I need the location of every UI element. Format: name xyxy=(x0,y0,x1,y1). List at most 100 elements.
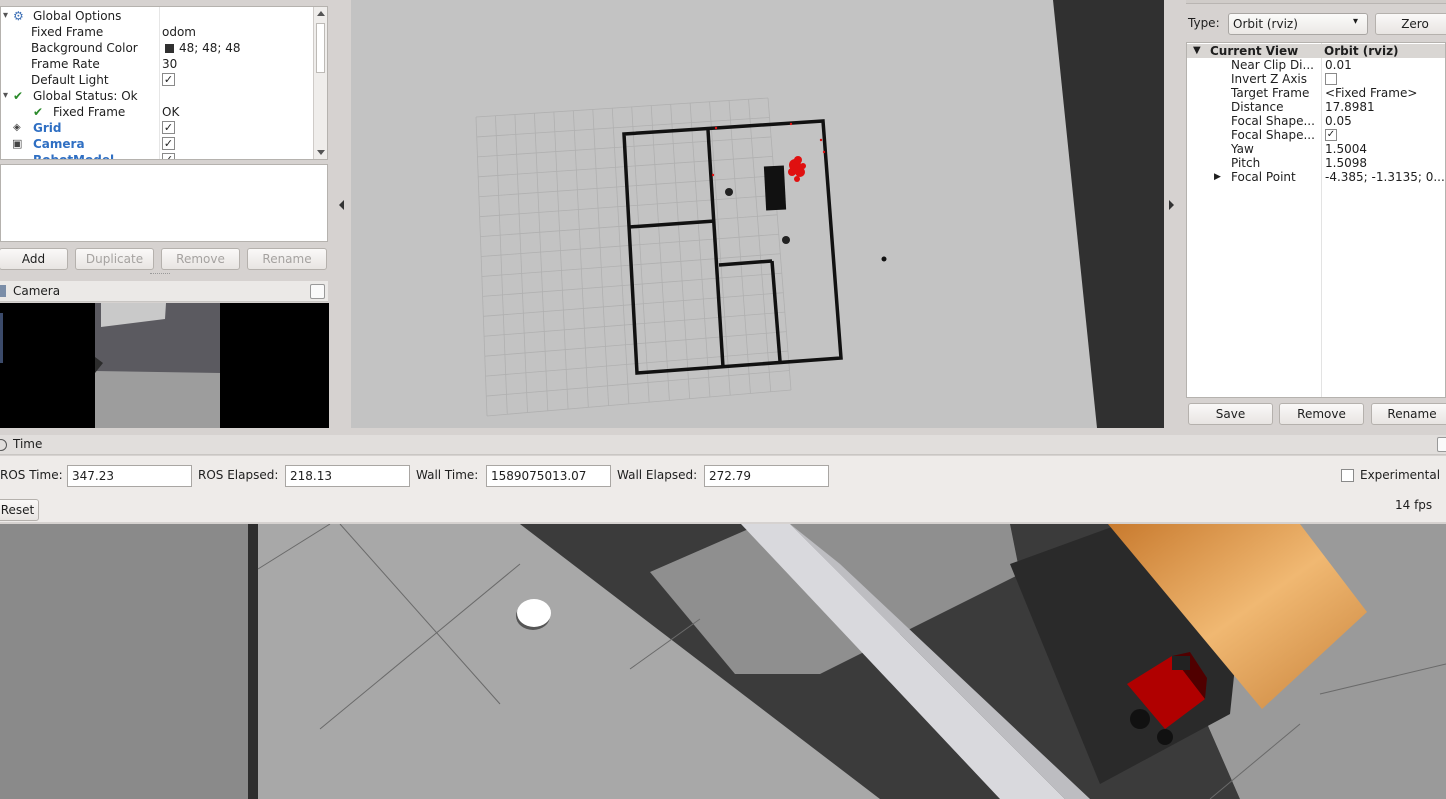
expand-arrow-icon[interactable]: ▼ xyxy=(1193,44,1201,58)
displays-scrollbar[interactable] xyxy=(313,7,327,159)
tree-item-label: Frame Rate xyxy=(31,57,100,71)
camera-feed-svg xyxy=(0,303,220,428)
view-prop-yaw[interactable]: Yaw 1.5004 xyxy=(1187,142,1445,156)
grid-line xyxy=(689,103,711,397)
expand-arrow-icon[interactable]: ▾ xyxy=(3,88,8,104)
ros-elapsed-field[interactable]: 218.13 xyxy=(285,465,410,487)
displays-tree[interactable]: ▾ ⚙ Global Options Fixed Frame odom Back… xyxy=(0,6,328,160)
experimental-checkbox[interactable] xyxy=(1341,469,1354,482)
gazebo-scene-svg xyxy=(0,524,1446,799)
tree-item-fixed-frame-status[interactable]: ✔ Fixed Frame OK xyxy=(1,104,315,120)
prop-key: Pitch xyxy=(1231,156,1261,170)
tree-item-label: Default Light xyxy=(31,73,109,87)
prop-key: Invert Z Axis xyxy=(1231,72,1308,86)
prop-value[interactable]: 1.5004 xyxy=(1325,142,1367,156)
tree-item-fixed-frame[interactable]: Fixed Frame odom xyxy=(1,24,315,40)
view-prop-pitch[interactable]: Pitch 1.5098 xyxy=(1187,156,1445,170)
gazebo-3d-view[interactable] xyxy=(0,524,1446,799)
rviz-3d-view[interactable] xyxy=(351,0,1164,428)
grid-line xyxy=(475,97,769,118)
expand-arrow-icon[interactable]: ▾ xyxy=(3,8,8,24)
splitter-handle[interactable] xyxy=(150,273,170,276)
float-panel-button[interactable] xyxy=(1437,437,1446,452)
view-type-select[interactable]: Orbit (rviz) ▾ xyxy=(1228,13,1368,35)
tree-item-frame-rate[interactable]: Frame Rate 30 xyxy=(1,56,315,72)
view-prop-focal-shape-fixed[interactable]: Focal Shape... ✓ xyxy=(1187,128,1445,142)
camera-panel-icon xyxy=(0,285,6,297)
tree-item-label: Fixed Frame xyxy=(53,105,126,119)
tree-item-global-options[interactable]: ▾ ⚙ Global Options xyxy=(1,8,315,24)
view-prop-distance[interactable]: Distance 17.8981 xyxy=(1187,100,1445,114)
background-color-value[interactable]: 48; 48; 48 xyxy=(179,40,241,56)
view-prop-focal-shape-size[interactable]: Focal Shape... 0.05 xyxy=(1187,114,1445,128)
tree-item-global-status[interactable]: ▾ ✔ Global Status: Ok xyxy=(1,88,315,104)
prop-value[interactable]: 17.8981 xyxy=(1325,100,1375,114)
wall-time-field[interactable]: 1589075013.07 xyxy=(486,465,611,487)
prop-value[interactable]: 1.5098 xyxy=(1325,156,1367,170)
fixed-frame-status-value: OK xyxy=(162,105,180,119)
grid-line xyxy=(650,105,670,401)
scroll-up-icon[interactable] xyxy=(317,11,325,16)
ros-time-label: ROS Time: xyxy=(0,468,63,482)
tree-item-label: Grid xyxy=(33,121,62,135)
float-panel-button[interactable] xyxy=(310,284,325,299)
views-tree[interactable]: ▼ Current View Orbit (rviz) Near Clip Di… xyxy=(1186,42,1446,398)
prop-key: Yaw xyxy=(1231,142,1254,156)
view-prop-near-clip[interactable]: Near Clip Di... 0.01 xyxy=(1187,58,1445,72)
scroll-down-icon[interactable] xyxy=(317,150,325,155)
view-prop-target-frame[interactable]: Target Frame <Fixed Frame> xyxy=(1187,86,1445,100)
time-panel-header: Time xyxy=(0,435,1446,455)
remove-view-button[interactable]: Remove xyxy=(1279,403,1364,425)
expand-arrow-icon[interactable]: ▶ xyxy=(1214,170,1221,184)
grid-line xyxy=(534,113,549,411)
chevron-down-icon: ▾ xyxy=(1353,16,1359,27)
color-swatch xyxy=(165,44,174,53)
prop-key: Target Frame xyxy=(1231,86,1310,100)
grid-line xyxy=(748,99,772,392)
prop-value[interactable]: 0.01 xyxy=(1325,58,1352,72)
invert-z-checkbox[interactable] xyxy=(1325,73,1337,85)
current-view-row[interactable]: ▼ Current View Orbit (rviz) xyxy=(1187,44,1445,58)
grid-line xyxy=(728,100,751,394)
fixed-frame-value[interactable]: odom xyxy=(162,24,196,40)
scrollbar-thumb[interactable] xyxy=(316,23,325,73)
tree-item-label: Background Color xyxy=(31,41,138,55)
collapse-right-icon[interactable] xyxy=(1169,200,1174,210)
tree-item-camera[interactable]: ▣ Camera ✓ xyxy=(1,136,315,152)
tree-item-default-light[interactable]: Default Light ✓ xyxy=(1,72,315,88)
prop-key: Focal Shape... xyxy=(1231,128,1315,142)
grid-line xyxy=(709,101,731,396)
grid-line xyxy=(631,106,650,403)
prop-value[interactable]: <Fixed Frame> xyxy=(1325,86,1417,100)
view-type-label: Type: xyxy=(1188,16,1220,30)
focal-shape-checkbox[interactable]: ✓ xyxy=(1325,129,1337,141)
duplicate-button[interactable]: Duplicate xyxy=(75,248,154,270)
tree-item-background-color[interactable]: Background Color 48; 48; 48 xyxy=(1,40,315,56)
zero-button[interactable]: Zero xyxy=(1375,13,1446,35)
view-prop-focal-point[interactable]: ▶ Focal Point -4.385; -1.3135; 0.... xyxy=(1187,170,1445,184)
tree-item-robotmodel[interactable]: RobotModel ✓ xyxy=(1,152,315,159)
frame-rate-value[interactable]: 30 xyxy=(162,56,177,72)
grid-icon: ◈ xyxy=(13,122,21,133)
rename-view-button[interactable]: Rename xyxy=(1371,403,1446,425)
save-view-button[interactable]: Save xyxy=(1188,403,1273,425)
camera-checkbox[interactable]: ✓ xyxy=(162,137,175,150)
collapse-left-icon[interactable] xyxy=(339,200,344,210)
prop-value[interactable]: -4.385; -1.3135; 0.... xyxy=(1325,170,1445,184)
prop-value[interactable]: 0.05 xyxy=(1325,114,1352,128)
robotmodel-checkbox[interactable]: ✓ xyxy=(162,153,175,159)
default-light-checkbox[interactable]: ✓ xyxy=(162,73,175,86)
reset-button[interactable]: Reset xyxy=(0,499,39,521)
rename-display-button[interactable]: Rename xyxy=(247,248,327,270)
wall-elapsed-field[interactable]: 272.79 xyxy=(704,465,829,487)
grid-checkbox[interactable]: ✓ xyxy=(162,121,175,134)
remove-display-button[interactable]: Remove xyxy=(161,248,240,270)
tree-item-grid[interactable]: ◈ Grid ✓ xyxy=(1,120,315,136)
view-prop-invert-z[interactable]: Invert Z Axis xyxy=(1187,72,1445,86)
grid-line xyxy=(670,104,691,399)
views-panel-header xyxy=(1186,0,1446,4)
display-description xyxy=(0,164,328,242)
add-button[interactable]: Add xyxy=(0,248,68,270)
wall-elapsed-label: Wall Elapsed: xyxy=(617,468,698,482)
ros-time-field[interactable]: 347.23 xyxy=(67,465,192,487)
